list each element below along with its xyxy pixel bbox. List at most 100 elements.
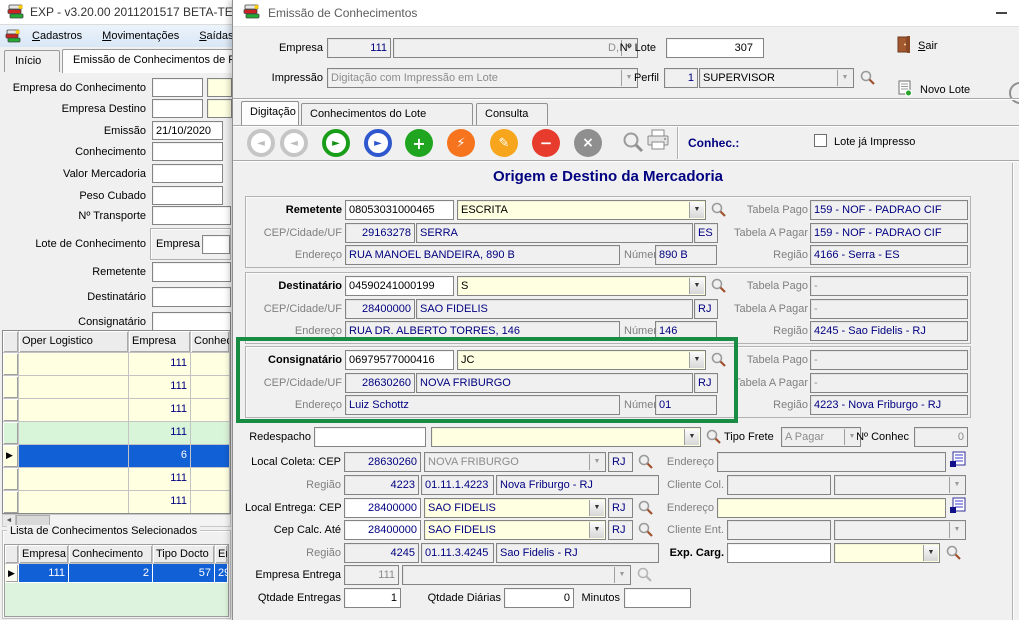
exp-carg-search-icon[interactable] [945, 544, 962, 561]
qtdade-entregas-input[interactable]: 1 [344, 588, 401, 608]
lote-empresa-input[interactable] [202, 235, 230, 254]
cep-calc-input[interactable]: 28400000 [344, 520, 421, 540]
conhec-label: Conhec.: [688, 136, 778, 150]
col-oper-logistico[interactable]: Oper Logistico [19, 331, 129, 353]
redespacho-combo[interactable] [431, 427, 701, 447]
delete-button[interactable]: − [532, 129, 560, 157]
empresa-entrega-label: Empresa Entrega [245, 569, 341, 582]
add-button[interactable]: + [405, 129, 433, 157]
table-row[interactable]: 111 [3, 376, 230, 399]
screen: EXP - v3.20.00 2011201517 BETA-TESTE Cad… [0, 0, 1019, 620]
exp-carg-input[interactable] [727, 543, 831, 563]
destinatario-regiao: 4245 - Sao Fidelis - RJ [810, 321, 968, 341]
sair-button[interactable]: Sair [897, 36, 938, 56]
tipo-frete-label: Tipo Frete [724, 431, 778, 444]
minimize-icon[interactable] [996, 12, 1007, 14]
exp-carg-combo[interactable] [834, 543, 940, 563]
remetente-filter-input[interactable] [152, 262, 231, 282]
table-row-selected[interactable]: ▶ 111 2 57 29/ [5, 564, 228, 583]
col-emissao[interactable]: Emi [215, 545, 228, 564]
lote-ja-impresso-checkbox[interactable] [814, 134, 827, 147]
endereco-label: Endereço [246, 399, 342, 412]
tab-inicio[interactable]: Início [4, 50, 60, 72]
next-record-button[interactable]: ► [322, 129, 350, 157]
table-row[interactable]: 111 [3, 353, 230, 376]
menu-movimentacoes[interactable]: Movimentações [93, 27, 188, 45]
tab-conhecimentos-do-lote[interactable]: Conhecimentos do Lote [301, 103, 473, 125]
empresa-code-field: 111 [327, 38, 391, 58]
remetente-doc-input[interactable]: 08053031000465 [345, 200, 454, 220]
col-empresa[interactable]: Empresa [129, 331, 191, 353]
col-conhecimento[interactable]: Conhecimento [69, 545, 153, 564]
redespacho-input[interactable] [314, 427, 426, 447]
first-record-button[interactable]: ◄ [247, 129, 275, 157]
valor-mercadoria-input[interactable] [152, 164, 223, 183]
conhecimentos-grid[interactable]: Oper Logistico Empresa Conheci 111 111 1… [2, 330, 231, 514]
edit-button[interactable]: ✎ [490, 129, 518, 157]
empresa-conhecimento-input[interactable] [152, 78, 203, 97]
table-row[interactable]: 111 [3, 399, 230, 422]
cliente-col-label: Cliente Col. [613, 479, 724, 492]
selected-list-grid[interactable]: Empresa Conhecimento Tipo Docto Emi ▶ 11… [4, 544, 229, 617]
lote-empresa-label: Empresa [156, 238, 201, 251]
entrega-cidade-combo[interactable]: SAO FIDELIS [424, 498, 606, 518]
printer-icon[interactable] [646, 129, 670, 151]
prior-record-button[interactable]: ◄ [280, 129, 308, 157]
tab-consulta[interactable]: Consulta [476, 103, 548, 125]
conhecimento-input[interactable] [152, 142, 223, 161]
table-row[interactable]: 111 [3, 468, 230, 491]
destinatario-filter-input[interactable] [152, 287, 231, 307]
destinatario-name-combo[interactable]: S [457, 276, 706, 296]
emissao-input[interactable]: 21/10/2020 [152, 121, 223, 140]
chevron-down-icon[interactable] [589, 500, 604, 516]
minutos-input[interactable] [624, 588, 691, 608]
qtdade-diarias-input[interactable]: 0 [504, 588, 574, 608]
main-window-title: EXP - v3.20.00 2011201517 BETA-TESTE [30, 5, 256, 19]
consignatario-group: Consignatário 06979577000416 JC CEP/Cida… [245, 346, 971, 418]
col-tipo-docto[interactable]: Tipo Docto [153, 545, 215, 564]
address-form-icon[interactable] [949, 497, 967, 514]
redespacho-search-icon[interactable] [705, 428, 722, 445]
address-form-icon[interactable] [949, 451, 967, 468]
chevron-down-icon [949, 522, 964, 538]
table-row[interactable]: 111 [3, 422, 230, 445]
endereco-ent-input[interactable] [717, 498, 946, 518]
menu-cadastros[interactable]: Cadastros [23, 27, 91, 45]
tab-emissao-conhecimentos[interactable]: Emissão de Conhecimentos de Re [62, 49, 234, 73]
redespacho-label: Redespacho [245, 431, 311, 444]
cancel-button[interactable]: × [574, 129, 602, 157]
empresa-destino-input[interactable] [152, 99, 203, 118]
destinatario-endereco: RUA DR. ALBERTO TORRES, 146 [345, 321, 620, 341]
new-lote-icon [897, 80, 913, 100]
selected-list-group: Lista de Conhecimentos Selecionados Empr… [2, 530, 231, 619]
col-conhecimento[interactable]: Conheci [191, 331, 230, 353]
entrega-cep-input[interactable]: 28400000 [344, 498, 421, 518]
tabela-a-pagar-label: Tabela A Pagar [686, 227, 808, 240]
remetente-name-combo[interactable]: ESCRITA [457, 200, 706, 220]
destinatario-doc-input[interactable]: 04590241000199 [345, 276, 454, 296]
consignatario-filter-input[interactable] [152, 312, 231, 332]
consignatario-doc-input[interactable]: 06979577000416 [345, 350, 454, 370]
quick-action-button[interactable]: ⚡ [447, 129, 475, 157]
chevron-down-icon [589, 454, 604, 470]
table-row-selected[interactable]: ▶6 [3, 445, 230, 468]
chevron-down-icon[interactable] [589, 522, 604, 538]
tab-digitacao[interactable]: Digitação [241, 101, 299, 125]
col-empresa[interactable]: Empresa [19, 545, 69, 564]
search-icon[interactable] [621, 130, 645, 154]
chevron-down-icon[interactable] [923, 545, 938, 561]
cep-calc-cidade-combo[interactable]: SAO FIDELIS [424, 520, 606, 540]
novo-lote-button[interactable]: Novo Lote [897, 80, 970, 100]
perfil-combo[interactable]: SUPERVISOR [699, 68, 854, 88]
consignatario-name-combo[interactable]: JC [457, 350, 706, 370]
chevron-down-icon[interactable] [684, 429, 699, 445]
table-row[interactable]: 111 [3, 491, 230, 514]
consignatario-tabela-a-pagar: - [810, 373, 968, 393]
local-coleta-label: Local Coleta: CEP [245, 456, 341, 469]
last-record-button[interactable]: ► [364, 129, 392, 157]
peso-cubado-input[interactable] [152, 186, 223, 205]
destinatario-cep: 28400000 [345, 299, 415, 319]
perfil-search-icon[interactable] [859, 69, 876, 86]
n-transporte-input[interactable] [152, 206, 231, 225]
n-lote-field[interactable]: 307 [666, 38, 764, 58]
